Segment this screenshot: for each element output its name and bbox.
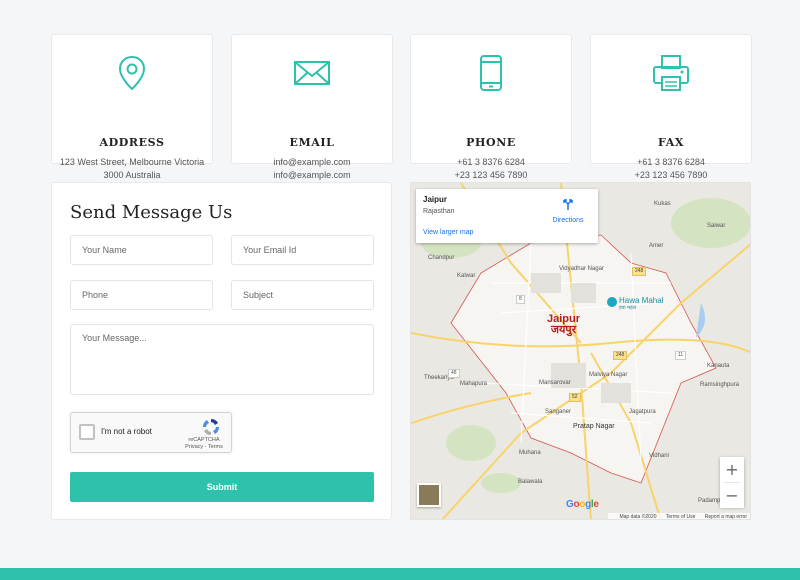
message-textarea[interactable] <box>70 324 374 395</box>
email-line[interactable]: info@example.com <box>232 169 392 182</box>
card-lines: 123 West Street, Melbourne Victoria 3000… <box>52 156 212 182</box>
landmark-name: Hawa Mahal <box>619 296 664 305</box>
fax-card: FAX +61 3 8376 6284 +23 123 456 7890 <box>590 34 752 180</box>
envelope-icon <box>292 53 332 93</box>
satellite-toggle-thumbnail[interactable] <box>417 483 441 507</box>
address-card: ADDRESS 123 West Street, Melbourne Victo… <box>51 34 213 180</box>
map-area-label: Vidyadhar Nagar <box>559 266 604 272</box>
address-line: 3000 Australia <box>103 170 161 180</box>
form-title: Send Message Us <box>70 202 233 223</box>
fax-line: +23 123 456 7890 <box>634 170 708 180</box>
map-area-label: Vidhani <box>649 453 669 459</box>
card-title: EMAIL <box>289 136 335 149</box>
map-area-label: Mansarovar <box>539 380 571 386</box>
map-area-label: Kanauta <box>707 363 730 369</box>
phone-card: PHONE +61 3 8376 6284 +23 123 456 7890 <box>410 34 572 180</box>
road-number-badge: 11 <box>675 351 687 360</box>
map-area-label: Mahapura <box>460 381 488 387</box>
email-line[interactable]: info@example.com <box>232 156 392 169</box>
card-title: ADDRESS <box>99 136 165 149</box>
address-line: 123 West Street, Melbourne Victoria <box>59 157 205 167</box>
smartphone-icon <box>471 53 511 93</box>
map-attribution: Map data ©2020 Terms of Use Report a map… <box>608 513 750 520</box>
road-number-badge: 48 <box>448 369 460 378</box>
map-area-label: Malviya Nagar <box>589 372 628 378</box>
map-place-card: Jaipur Rajasthan View larger map Directi… <box>416 189 598 243</box>
map-area-label: Muhana <box>519 450 541 456</box>
recaptcha-widget: I'm not a robot reCAPTCHA Privacy - Term… <box>70 412 232 453</box>
location-pin-icon <box>112 53 152 93</box>
recaptcha-links[interactable]: Privacy - Terms <box>184 444 224 451</box>
directions-label: Directions <box>552 217 584 224</box>
report-map-error-link[interactable]: Report a map error <box>705 514 747 519</box>
card-title: PHONE <box>466 136 516 149</box>
map-area-label: Saiwar <box>707 223 726 229</box>
map-area-label: Sanganer <box>545 409 572 415</box>
terms-link[interactable]: Terms of Use <box>666 514 695 519</box>
recaptcha-checkbox[interactable] <box>79 424 95 440</box>
map-area-label: Pratap Nagar <box>573 423 615 430</box>
map-area-label: Padamp <box>698 498 721 504</box>
recaptcha-brand: reCAPTCHA Privacy - Terms <box>184 437 224 451</box>
landmark-label[interactable]: Hawa Mahal हवा महल <box>607 296 663 311</box>
road-number-badge: 8 <box>516 295 525 304</box>
place-name: Jaipur <box>423 195 448 204</box>
map-area-label: Balawala <box>518 479 543 485</box>
zoom-control: + − <box>720 457 744 508</box>
place-region: Rajasthan <box>423 208 455 215</box>
city-label-hi: जयपुर <box>550 324 577 336</box>
submit-button[interactable]: Submit <box>70 472 374 502</box>
road-number-badge: 248 <box>613 351 628 360</box>
zoom-in-button[interactable]: + <box>720 457 744 482</box>
city-label: Jaipur जयपुर <box>547 314 580 336</box>
zoom-out-button[interactable]: − <box>720 483 744 508</box>
phone-line[interactable]: +23 123 456 7890 <box>411 169 571 182</box>
map-area-label: Jagatpura <box>629 409 656 415</box>
road-number-badge: 248 <box>632 267 647 276</box>
card-title: FAX <box>657 136 685 149</box>
email-card: EMAIL info@example.com info@example.com <box>231 34 393 180</box>
map-area-label: Kalwar <box>457 273 476 279</box>
printer-icon <box>651 53 691 93</box>
view-larger-map-link[interactable]: View larger map <box>423 229 473 236</box>
map-area-label: Chandpur <box>428 255 455 261</box>
map-area-label: Kukas <box>654 201 671 207</box>
card-lines: +61 3 8376 6284 +23 123 456 7890 <box>591 156 751 182</box>
landmark-name-hi: हवा महल <box>619 305 637 311</box>
phone-line[interactable]: +61 3 8376 6284 <box>411 156 571 169</box>
card-lines: +61 3 8376 6284 +23 123 456 7890 <box>411 156 571 182</box>
recaptcha-brand-text: reCAPTCHA <box>188 437 220 443</box>
subject-input[interactable] <box>231 280 374 310</box>
card-lines: info@example.com info@example.com <box>232 156 392 182</box>
road-number-badge: 52 <box>569 393 581 402</box>
map-area-label: Ramsinghpura <box>700 382 740 388</box>
message-form: Send Message Us I'm not a robot reCAPTCH… <box>51 182 392 520</box>
map-data-text: Map data ©2020 <box>619 514 657 520</box>
recaptcha-label: I'm not a robot <box>101 427 152 436</box>
fax-line: +61 3 8376 6284 <box>637 157 705 167</box>
email-input[interactable] <box>231 235 374 265</box>
footer-accent-band <box>0 568 800 580</box>
name-input[interactable] <box>70 235 213 265</box>
directions-icon <box>563 199 573 210</box>
map-area-label: Amer <box>649 243 664 249</box>
map-embed[interactable]: Kukas Chandpur Saiwar Kalwar Vidyadhar N… <box>410 182 751 520</box>
google-logo: Google <box>566 499 599 510</box>
phone-input[interactable] <box>70 280 213 310</box>
directions-button[interactable]: Directions <box>548 197 588 224</box>
